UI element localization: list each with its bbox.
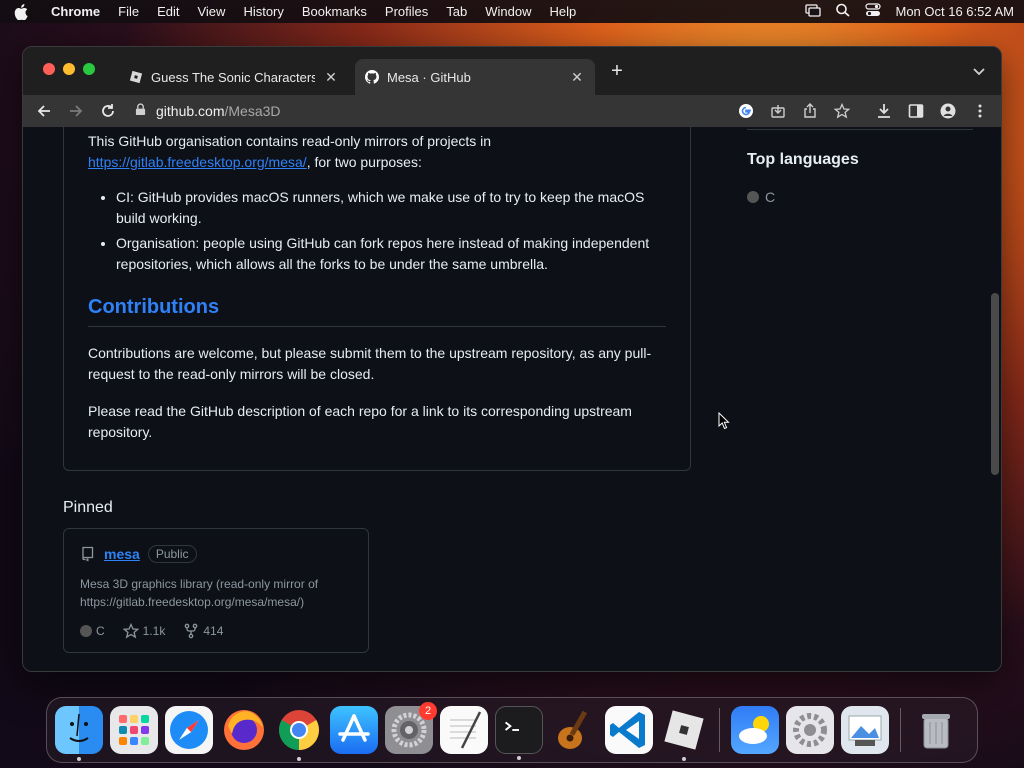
downloads-icon[interactable] bbox=[871, 98, 897, 124]
side-panel-icon[interactable] bbox=[903, 98, 929, 124]
repo-description: Mesa 3D graphics library (read-only mirr… bbox=[80, 577, 319, 609]
system-preferences-icon[interactable]: 2 bbox=[385, 702, 437, 754]
dock-separator bbox=[900, 708, 901, 752]
menu-help[interactable]: Help bbox=[550, 4, 577, 19]
chrome-window: Guess The Sonic Characters! - ✕ Mesa · G… bbox=[22, 46, 1002, 672]
language-name: C bbox=[765, 189, 776, 205]
chrome-icon[interactable] bbox=[275, 706, 323, 761]
readme-intro-text: This GitHub organisation contains read-o… bbox=[88, 133, 492, 149]
sidebar-divider bbox=[747, 129, 973, 130]
readme-box: This GitHub organisation contains read-o… bbox=[63, 121, 691, 471]
page-scrollbar[interactable] bbox=[991, 293, 999, 475]
pinned-heading: Pinned bbox=[63, 499, 113, 516]
github-icon bbox=[365, 70, 379, 84]
menu-app-name[interactable]: Chrome bbox=[51, 4, 100, 19]
repo-star-count: 1.1k bbox=[142, 624, 166, 638]
chrome-menu-kebab-icon[interactable] bbox=[967, 98, 993, 124]
readme-intro-tail: , for two purposes: bbox=[306, 154, 422, 170]
tab-strip: Guess The Sonic Characters! - ✕ Mesa · G… bbox=[23, 47, 1001, 95]
site-info-lock-icon[interactable] bbox=[135, 103, 146, 119]
repo-name-link[interactable]: mesa bbox=[104, 546, 140, 562]
close-tab-icon[interactable]: ✕ bbox=[323, 69, 339, 85]
window-controls bbox=[43, 63, 95, 75]
settings-gear-icon[interactable] bbox=[786, 706, 834, 754]
contributions-heading[interactable]: Contributions bbox=[88, 297, 666, 327]
pinned-repo-card: mesa Public Mesa 3D graphics library (re… bbox=[63, 528, 369, 653]
menu-file[interactable]: File bbox=[118, 4, 139, 19]
profile-avatar-icon[interactable] bbox=[935, 98, 961, 124]
launchpad-icon[interactable] bbox=[110, 706, 158, 754]
close-tab-icon[interactable]: ✕ bbox=[569, 69, 585, 85]
app-store-icon[interactable] bbox=[330, 706, 378, 754]
purpose-list: CI: GitHub provides macOS runners, which… bbox=[116, 187, 666, 275]
notification-badge: 2 bbox=[419, 702, 437, 720]
roblox-icon[interactable] bbox=[660, 706, 708, 761]
repo-icon bbox=[80, 546, 96, 562]
readme-intro: This GitHub organisation contains read-o… bbox=[88, 131, 666, 173]
trash-icon[interactable] bbox=[912, 706, 960, 754]
tab-title: Mesa · GitHub bbox=[387, 69, 471, 85]
upstream-paragraph: Please read the GitHub description of ea… bbox=[88, 403, 632, 440]
menu-window[interactable]: Window bbox=[485, 4, 531, 19]
finder-icon[interactable] bbox=[55, 706, 103, 761]
star-icon bbox=[122, 623, 139, 639]
menubar-clock[interactable]: Mon Oct 16 6:52 AM bbox=[895, 4, 1014, 19]
url-host: github.com bbox=[156, 103, 225, 119]
tab-sonic-quiz[interactable]: Guess The Sonic Characters! - ✕ bbox=[119, 59, 349, 95]
menu-bookmarks[interactable]: Bookmarks bbox=[302, 4, 367, 19]
apple-icon[interactable] bbox=[10, 3, 32, 20]
firefox-icon[interactable] bbox=[220, 706, 268, 754]
share-icon[interactable] bbox=[801, 102, 819, 120]
repo-language: C bbox=[80, 624, 105, 638]
tab-title: Guess The Sonic Characters! - bbox=[151, 69, 315, 85]
repo-meta: C 1.1k 414 bbox=[80, 623, 352, 639]
textedit-icon[interactable] bbox=[440, 706, 488, 754]
tab-mesa-github[interactable]: Mesa · GitHub ✕ bbox=[355, 59, 595, 95]
fork-icon bbox=[185, 623, 198, 639]
close-window-button[interactable] bbox=[43, 63, 55, 75]
gitlab-link[interactable]: https://gitlab.freedesktop.org/mesa/ bbox=[88, 154, 307, 170]
menu-history[interactable]: History bbox=[243, 4, 283, 19]
menu-profiles[interactable]: Profiles bbox=[385, 4, 428, 19]
menu-bar: Chrome File Edit View History Bookmarks … bbox=[0, 0, 1024, 23]
screen-mirroring-icon[interactable] bbox=[805, 3, 822, 20]
menu-edit[interactable]: Edit bbox=[157, 4, 179, 19]
zoom-window-button[interactable] bbox=[83, 63, 95, 75]
menu-tab[interactable]: Tab bbox=[446, 4, 467, 19]
weather-icon[interactable] bbox=[731, 706, 779, 754]
install-app-icon[interactable] bbox=[769, 102, 787, 120]
dock-separator bbox=[719, 708, 720, 752]
url-path: /Mesa3D bbox=[224, 103, 281, 119]
language-color-dot bbox=[80, 625, 92, 637]
repo-language-name: C bbox=[96, 624, 105, 638]
preview-icon[interactable] bbox=[841, 706, 889, 754]
roblox-icon bbox=[129, 70, 143, 84]
new-tab-button[interactable]: + bbox=[607, 60, 627, 82]
control-center-icon[interactable] bbox=[865, 3, 882, 20]
macos-dock: 2 bbox=[46, 697, 978, 763]
menu-view[interactable]: View bbox=[197, 4, 225, 19]
repo-forks-link[interactable]: 414 bbox=[183, 623, 223, 639]
spotlight-search-icon[interactable] bbox=[835, 3, 851, 20]
language-color-dot bbox=[747, 191, 759, 203]
garageband-icon[interactable] bbox=[550, 706, 598, 754]
google-lens-icon[interactable] bbox=[737, 102, 755, 120]
repo-stars-link[interactable]: 1.1k bbox=[122, 623, 166, 639]
tab-search-chevron-icon[interactable] bbox=[971, 63, 987, 79]
visibility-badge: Public bbox=[147, 545, 197, 563]
repo-fork-count: 414 bbox=[203, 624, 224, 638]
minimize-window-button[interactable] bbox=[63, 63, 75, 75]
top-languages-heading: Top languages bbox=[747, 151, 859, 168]
bookmark-star-icon[interactable] bbox=[833, 102, 851, 120]
terminal-icon[interactable] bbox=[495, 706, 543, 760]
vscode-icon[interactable] bbox=[605, 706, 653, 754]
github-page: This GitHub organisation contains read-o… bbox=[23, 121, 1001, 671]
list-item: CI: GitHub provides macOS runners, which… bbox=[116, 187, 666, 229]
safari-icon[interactable] bbox=[165, 706, 213, 754]
mouse-cursor-icon bbox=[718, 412, 730, 430]
back-arrow-icon[interactable] bbox=[31, 98, 57, 124]
list-item: Organisation: people using GitHub can fo… bbox=[116, 233, 666, 275]
language-item[interactable]: C bbox=[747, 189, 775, 205]
contributions-paragraph: Contributions are welcome, but please su… bbox=[88, 345, 652, 382]
